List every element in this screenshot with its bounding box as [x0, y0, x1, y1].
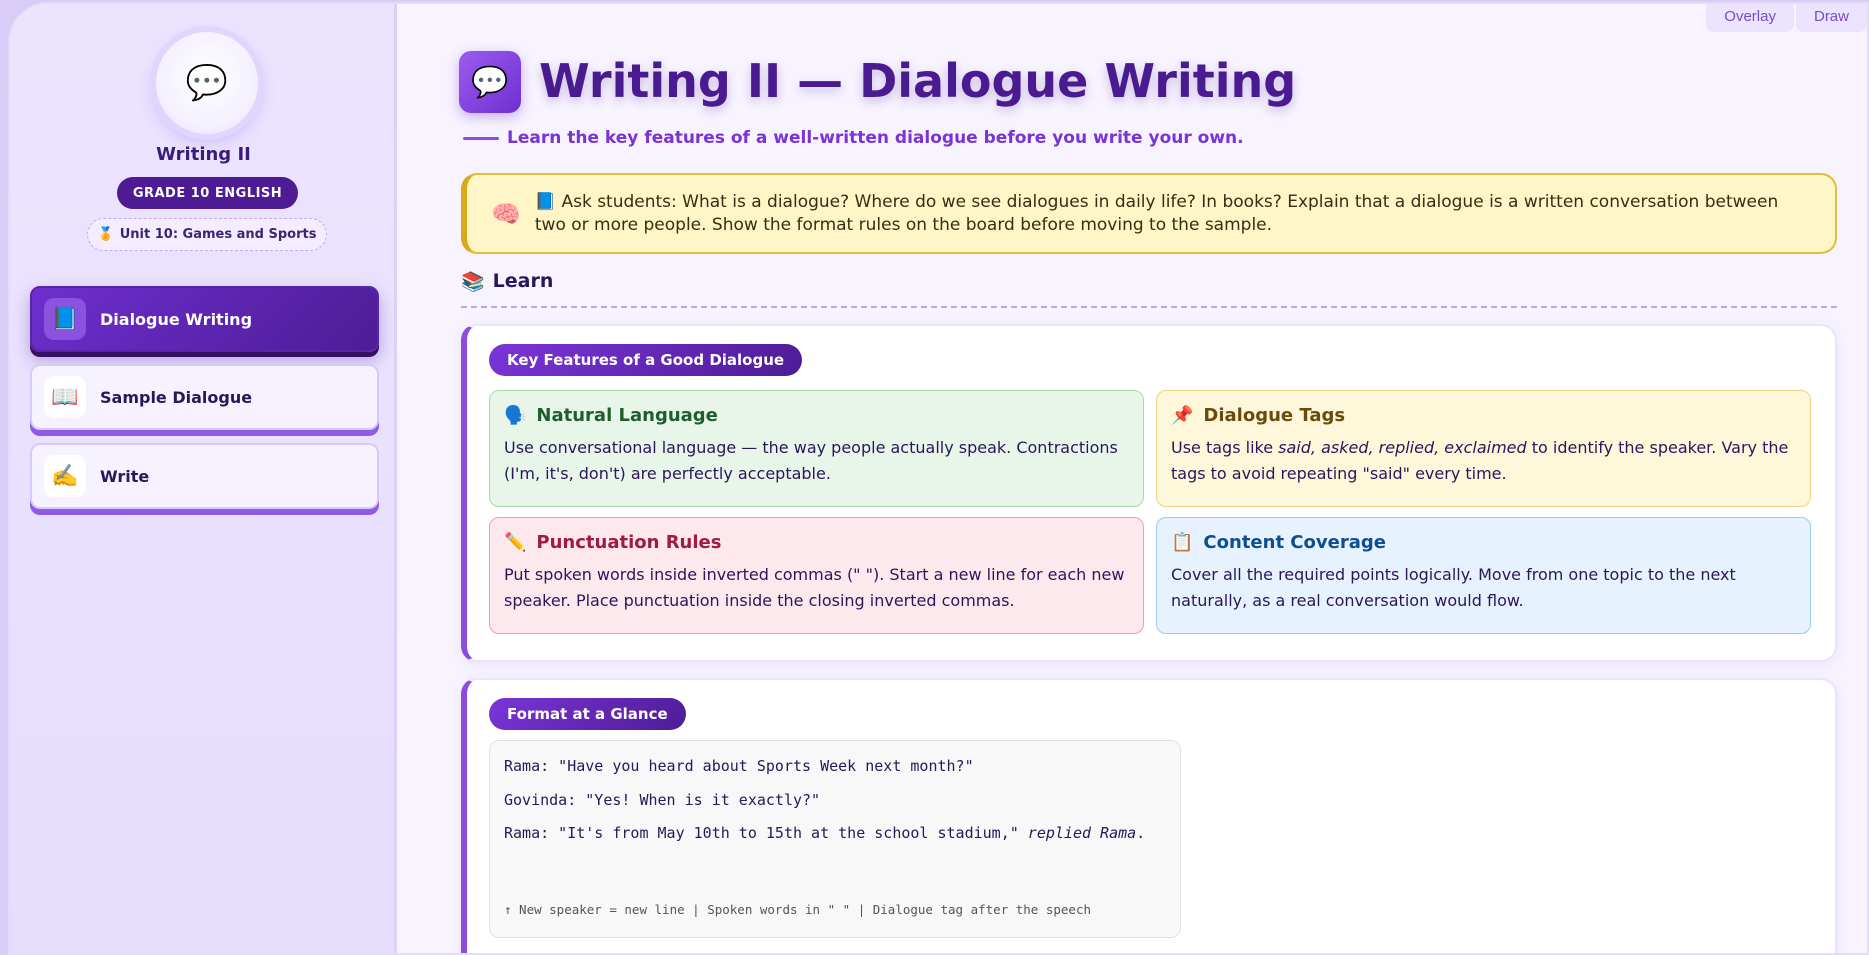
- example-line: Rama: "Have you heard about Sports Week …: [504, 757, 1166, 791]
- feature-dialogue-tags: 📌 Dialogue Tags Use tags like said, aske…: [1156, 390, 1811, 507]
- writing-hand-icon: ✍️: [44, 455, 86, 497]
- feature-title: Content Coverage: [1203, 532, 1386, 553]
- card-title: Key Features of a Good Dialogue: [489, 344, 803, 376]
- open-book-icon: 📖: [44, 376, 86, 418]
- subtitle-dash: [463, 136, 499, 140]
- sidebar-item-dialogue-writing[interactable]: 📘 Dialogue Writing: [30, 286, 379, 352]
- example-line: Rama: "It's from May 10th to 15th at the…: [504, 824, 1166, 858]
- feature-title: Punctuation Rules: [536, 532, 722, 553]
- example-line-tag: replied Rama: [1027, 824, 1137, 842]
- sidebar-item-label: Sample Dialogue: [100, 387, 253, 407]
- feature-punctuation-rules: ✏️ Punctuation Rules Put spoken words in…: [489, 517, 1144, 634]
- brain-icon: 🧠: [491, 199, 521, 228]
- feature-body: Use conversational language — the way pe…: [504, 438, 1118, 483]
- unit-badge: 🏅 Unit 10: Games and Sports: [87, 218, 327, 251]
- unit-label: Unit 10: Games and Sports: [119, 227, 317, 242]
- example-line-text: Rama: "Have you heard about Sports Week …: [504, 757, 974, 775]
- section-heading-label: Learn: [492, 270, 554, 292]
- medal-icon: 🏅: [97, 227, 114, 242]
- card-title: Format at a Glance: [489, 698, 686, 730]
- section-heading-learn: 📚 Learn: [461, 270, 1837, 308]
- feature-content-coverage: 📋 Content Coverage Cover all the require…: [1156, 517, 1811, 634]
- speech-bubble-icon: 💬: [185, 63, 229, 103]
- feature-body: Put spoken words inside inverted commas …: [504, 565, 1125, 610]
- example-line-text: Govinda: "Yes! When is it exactly?": [504, 790, 821, 809]
- chat-bubbles-icon: 💬: [459, 51, 521, 113]
- lesson-avatar: 💬: [156, 32, 258, 134]
- teacher-note-text: 📘 Ask students: What is a dialogue? Wher…: [534, 191, 1779, 235]
- sidebar: 💬 Writing II GRADE 10 ENGLISH 🏅 Unit 10:…: [10, 4, 397, 953]
- sidebar-title: Writing II: [156, 144, 251, 165]
- format-footer: ↑ New speaker = new line | Spoken words …: [504, 902, 1091, 917]
- format-example: Rama: "Have you heard about Sports Week …: [489, 740, 1181, 938]
- feature-natural-language: 🗣️ Natural Language Use conversational l…: [489, 390, 1144, 507]
- feature-body: Use tags like said, asked, replied, excl…: [1171, 435, 1796, 487]
- feature-body-prefix: Use tags like: [1171, 438, 1279, 457]
- blue-book-icon: 📘: [44, 298, 86, 340]
- pushpin-icon: 📌: [1171, 405, 1194, 426]
- feature-title: Dialogue Tags: [1203, 405, 1346, 426]
- speaking-head-icon: 🗣️: [504, 405, 527, 426]
- sidebar-item-label: Dialogue Writing: [100, 309, 253, 329]
- feature-body: Cover all the required points logically.…: [1171, 565, 1736, 610]
- grade-badge: GRADE 10 ENGLISH: [117, 177, 298, 209]
- example-line-end: .: [1136, 824, 1146, 842]
- example-line: Govinda: "Yes! When is it exactly?": [504, 791, 1166, 825]
- subtitle-text: Learn the key features of a well-written…: [507, 128, 1244, 148]
- pencil-icon: ✏️: [504, 532, 527, 553]
- teacher-note: 🧠 📘 Ask students: What is a dialogue? Wh…: [461, 173, 1837, 254]
- main-content: 💬 Writing II — Dialogue Writing Learn th…: [455, 4, 1867, 953]
- app-window: Overlay Draw 💬 Writing II GRADE 10 ENGLI…: [8, 2, 1869, 955]
- feature-title: Natural Language: [536, 405, 718, 426]
- key-features-card: Key Features of a Good Dialogue 🗣️ Natur…: [461, 324, 1837, 662]
- books-icon: 📚: [461, 271, 485, 293]
- page-title: Writing II — Dialogue Writing: [539, 54, 1297, 108]
- clipboard-icon: 📋: [1171, 532, 1194, 553]
- format-card: Format at a Glance Rama: "Have you heard…: [461, 678, 1837, 953]
- example-line-text: Rama: "It's from May 10th to 15th at the…: [504, 824, 1028, 842]
- sidebar-item-label: Write: [100, 466, 150, 486]
- sidebar-item-write[interactable]: ✍️ Write: [30, 443, 379, 509]
- page-subtitle: Learn the key features of a well-written…: [463, 128, 1244, 148]
- feature-body-tags: said, asked, replied, exclaimed: [1278, 438, 1527, 457]
- sidebar-item-sample-dialogue[interactable]: 📖 Sample Dialogue: [30, 364, 379, 430]
